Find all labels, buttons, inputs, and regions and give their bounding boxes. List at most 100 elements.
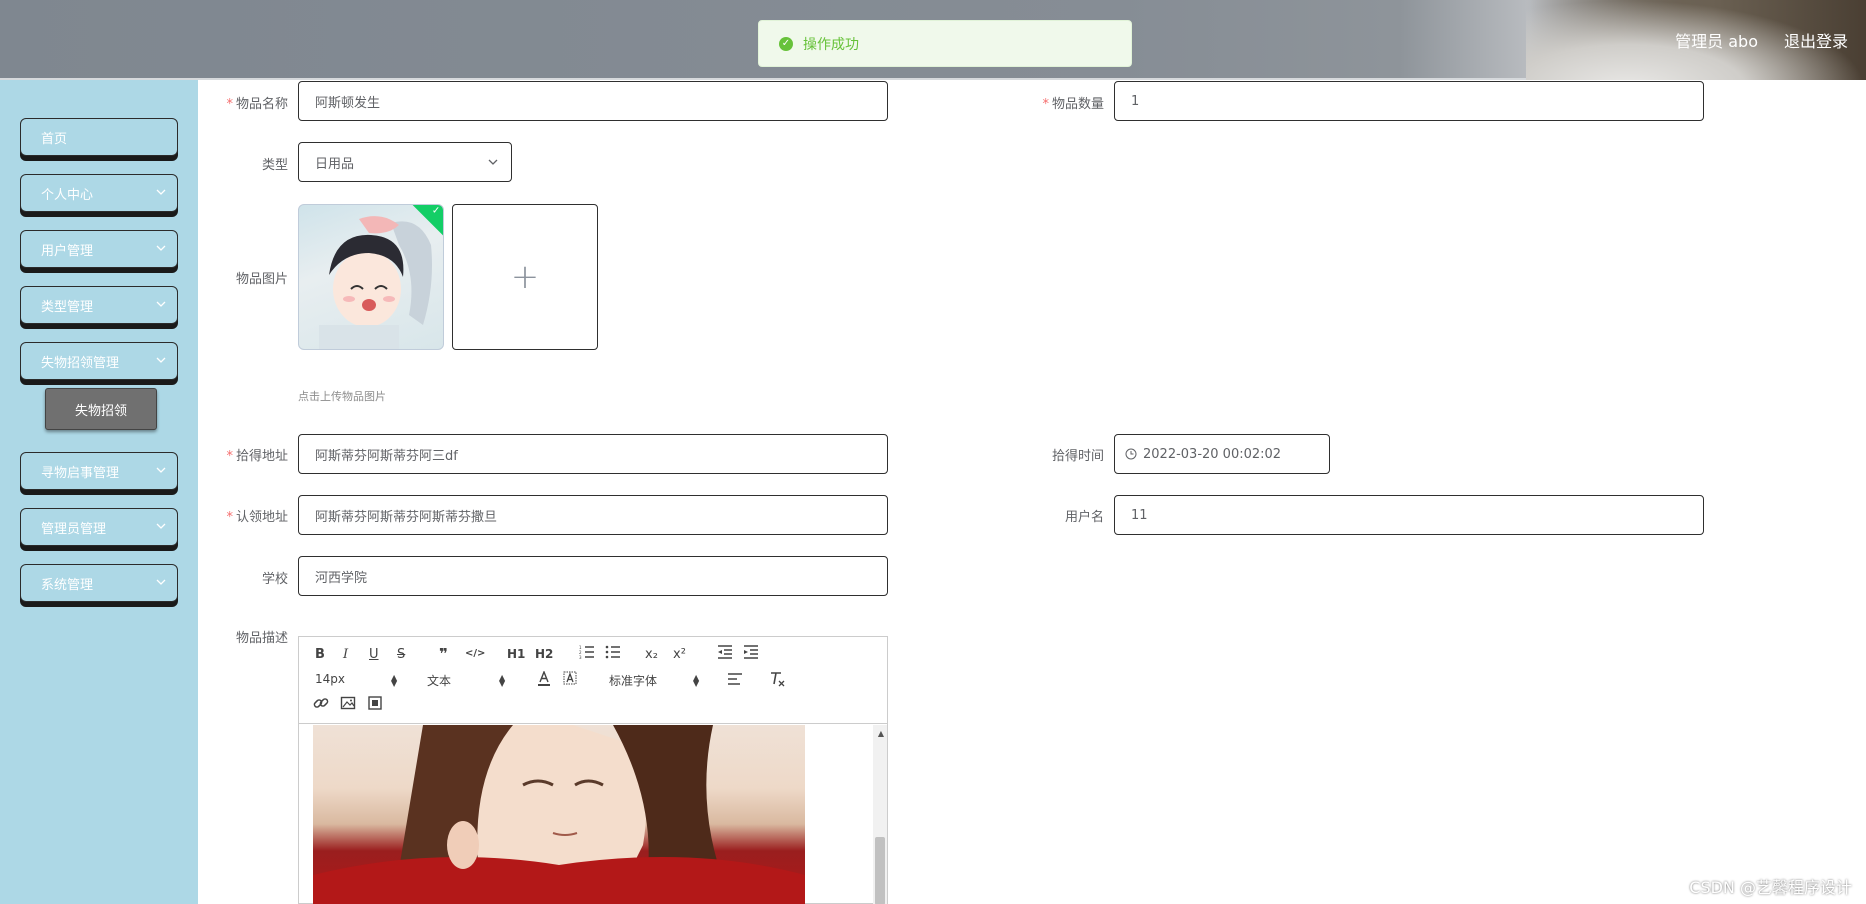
editor-content-area[interactable]: ▲	[299, 725, 887, 904]
bullet-list-button[interactable]	[605, 645, 621, 663]
font-size-select[interactable]: 14px ▲ ▼	[315, 672, 405, 688]
video-icon	[367, 696, 383, 715]
uploaded-image-thumbnail[interactable]: ✓	[298, 204, 444, 350]
link-button[interactable]	[313, 695, 329, 715]
outdent-icon	[717, 645, 733, 663]
chevron-down-icon	[155, 298, 167, 310]
item-type-label: 类型	[261, 158, 288, 173]
sidebar-item-personal-center[interactable]: 个人中心	[20, 174, 178, 212]
sidebar-item-label: 系统管理	[41, 577, 94, 593]
video-button[interactable]	[367, 695, 383, 715]
item-name-value: 阿斯顿发生	[315, 95, 381, 111]
font-size-value: 14px	[315, 672, 345, 686]
font-color-icon	[537, 670, 551, 691]
logout-link[interactable]: 退出登录	[1784, 28, 1848, 52]
username-value: 11	[1131, 507, 1148, 523]
item-quantity-label: * 物品数量	[1042, 97, 1104, 112]
indent-button[interactable]	[743, 645, 759, 663]
underline-button[interactable]: U	[369, 647, 379, 662]
item-name-label: * 物品名称	[226, 97, 288, 112]
align-button[interactable]	[727, 672, 743, 690]
sidebar-item-label: 个人中心	[41, 187, 94, 203]
subscript-button[interactable]: x₂	[645, 647, 658, 662]
image-button[interactable]	[340, 695, 356, 715]
bold-button[interactable]: B	[315, 647, 325, 662]
item-name-input[interactable]: 阿斯顿发生	[298, 81, 888, 121]
school-input[interactable]: 河西学院	[298, 556, 888, 596]
svg-text:3: 3	[579, 655, 582, 659]
font-color-button[interactable]	[537, 670, 551, 691]
sidebar-item-label: 类型管理	[41, 299, 94, 315]
toast-message: 操作成功	[803, 36, 859, 53]
sidebar-item-lost-notice-management[interactable]: 寻物启事管理	[20, 452, 178, 490]
admin-user-label: 管理员 abo	[1675, 32, 1758, 51]
font-family-value: 标准字体	[609, 674, 658, 688]
heading1-button[interactable]: H1	[507, 647, 525, 661]
check-circle-icon: ✓	[779, 36, 793, 51]
scroll-up-arrow-icon[interactable]: ▲	[878, 729, 884, 738]
sidebar-item-system-management[interactable]: 系统管理	[20, 564, 178, 602]
item-quantity-input[interactable]: 1	[1114, 81, 1704, 121]
clear-format-button[interactable]	[769, 671, 785, 691]
superscript-button[interactable]: x²	[673, 647, 686, 662]
school-value: 河西学院	[315, 570, 368, 586]
chevron-down-icon	[155, 464, 167, 476]
item-image-label: 物品图片	[235, 272, 288, 287]
found-address-value: 阿斯蒂芬阿斯蒂芬阿三df	[315, 448, 458, 464]
required-asterisk: *	[226, 449, 233, 464]
item-quantity-value: 1	[1131, 93, 1140, 109]
block-format-select[interactable]: 文本 ▲ ▼	[427, 672, 517, 689]
strike-button[interactable]: S	[397, 647, 405, 662]
chevron-down-icon	[155, 186, 167, 198]
font-family-select[interactable]: 标准字体 ▲ ▼	[609, 672, 705, 689]
item-type-select[interactable]: 日用品	[298, 142, 512, 182]
required-asterisk: *	[226, 510, 233, 525]
found-address-input[interactable]: 阿斯蒂芬阿斯蒂芬阿三df	[298, 434, 888, 474]
sidebar-item-lost-found-management[interactable]: 失物招领管理	[20, 342, 178, 380]
editor-toolbar: B I U S ❞ </> H1 H2 123 x₂ x² 14px ▲ ▼ 文本…	[299, 637, 887, 724]
editor-scrollbar[interactable]: ▲	[873, 725, 887, 904]
blockquote-button[interactable]: ❞	[439, 645, 448, 663]
clock-icon	[1125, 448, 1137, 460]
outdent-button[interactable]	[717, 645, 733, 663]
sidebar-item-label: 用户管理	[41, 243, 94, 259]
scrollbar-thumb[interactable]	[875, 837, 885, 904]
link-icon	[313, 698, 329, 715]
sidebar-item-home[interactable]: 首页	[20, 118, 178, 156]
block-format-value: 文本	[427, 674, 452, 688]
chevron-down-icon	[487, 156, 499, 168]
updown-icon: ▲ ▼	[499, 673, 506, 688]
chevron-down-icon	[155, 576, 167, 588]
claim-address-value: 阿斯蒂芬阿斯蒂芬阿斯蒂芬撒旦	[315, 509, 498, 525]
found-time-picker[interactable]: 2022-03-20 00:02:02	[1114, 434, 1330, 474]
align-left-icon	[727, 673, 743, 690]
sidebar-item-label: 管理员管理	[41, 521, 107, 537]
found-time-label: 拾得时间	[1051, 449, 1104, 464]
sidebar-item-type-management[interactable]: 类型管理	[20, 286, 178, 324]
item-type-value: 日用品	[315, 156, 355, 172]
upload-add-button[interactable]: +	[452, 204, 598, 350]
code-block-button[interactable]: </>	[465, 648, 485, 659]
sidebar-subitem-lost-found[interactable]: 失物招领	[45, 388, 157, 430]
anime-face-thumbnail	[319, 216, 432, 349]
background-color-button[interactable]	[563, 671, 577, 691]
clear-format-icon	[769, 672, 785, 691]
ordered-list-button[interactable]: 123	[579, 645, 595, 663]
chevron-down-icon	[155, 520, 167, 532]
sidebar-item-admin-management[interactable]: 管理员管理	[20, 508, 178, 546]
italic-button[interactable]: I	[343, 647, 348, 662]
heading2-button[interactable]: H2	[535, 647, 553, 661]
required-asterisk: *	[1042, 97, 1049, 112]
claim-address-label: * 认领地址	[226, 510, 288, 525]
bullet-list-icon	[605, 645, 621, 663]
claim-address-input[interactable]: 阿斯蒂芬阿斯蒂芬阿斯蒂芬撒旦	[298, 495, 888, 535]
required-asterisk: *	[226, 97, 233, 112]
background-color-icon	[563, 671, 577, 691]
upload-tip: 点击上传物品图片	[298, 390, 386, 403]
rich-text-editor: B I U S ❞ </> H1 H2 123 x₂ x² 14px ▲ ▼ 文本…	[298, 636, 888, 904]
sidebar: 首页 个人中心 用户管理 类型管理 失物招领管理 失物招领 寻物启事管理 管理员…	[0, 80, 198, 904]
description-label: 物品描述	[235, 631, 288, 646]
sidebar-item-label: 失物招领管理	[41, 355, 120, 371]
username-input[interactable]: 11	[1114, 495, 1704, 535]
sidebar-item-user-management[interactable]: 用户管理	[20, 230, 178, 268]
